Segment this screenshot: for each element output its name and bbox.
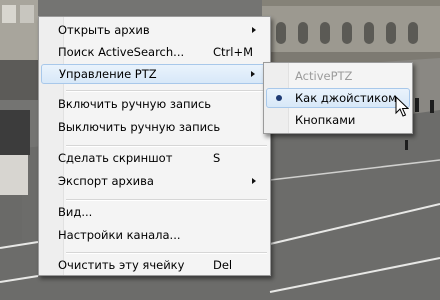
menu-item-screenshot[interactable]: Сделать скриншот S — [41, 148, 268, 168]
submenu-item-label: Как джойстиком — [295, 91, 397, 105]
menu-item-label: Открыть архив — [58, 23, 150, 37]
menu-item-label: Поиск ActiveSearch... — [58, 45, 185, 59]
submenu-item-label: ActivePTZ — [295, 69, 353, 83]
menu-item-label: Включить ручную запись — [58, 97, 212, 111]
menu-item-shortcut: Ctrl+M — [213, 45, 254, 59]
menu-item-start-recording[interactable]: Включить ручную запись — [41, 94, 268, 114]
chevron-right-icon — [252, 27, 256, 33]
chevron-right-icon — [252, 178, 256, 184]
mouse-pointer-icon — [395, 95, 410, 121]
radio-dot-icon — [276, 95, 282, 101]
menu-separator — [66, 90, 267, 92]
submenu-item-joystick[interactable]: Как джойстиком — [266, 88, 410, 108]
menu-item-view[interactable]: Вид... — [41, 202, 268, 222]
menu-item-label: Очистить эту ячейку — [58, 258, 185, 272]
submenu-item-label: Кнопками — [295, 113, 356, 127]
menu-separator — [66, 199, 267, 201]
menu-item-open-archive[interactable]: Открыть архив — [41, 20, 268, 40]
menu-item-label: Экспорт архива — [58, 174, 154, 188]
menu-separator — [66, 252, 267, 254]
menu-item-ptz-control[interactable]: Управление PTZ — [41, 64, 268, 84]
menu-item-activesearch[interactable]: Поиск ActiveSearch... Ctrl+M — [41, 42, 268, 62]
menu-item-clear-cell[interactable]: Очистить эту ячейку Del — [41, 255, 268, 275]
menu-item-channel-settings[interactable]: Настройки канала... — [41, 225, 268, 245]
menu-item-label: Управление PTZ — [59, 67, 157, 81]
menu-item-label: Сделать скриншот — [58, 151, 173, 165]
chevron-right-icon — [251, 71, 255, 77]
context-menu: Открыть архив Поиск ActiveSearch... Ctrl… — [38, 16, 271, 276]
submenu-item-buttons[interactable]: Кнопками — [266, 110, 410, 130]
menu-item-export-archive[interactable]: Экспорт архива — [41, 171, 268, 191]
menu-item-label: Вид... — [58, 205, 93, 219]
menu-item-stop-recording[interactable]: Выключить ручную запись — [41, 117, 268, 137]
ptz-submenu: ActivePTZ Как джойстиком Кнопками — [263, 62, 413, 134]
menu-item-shortcut: Del — [213, 258, 233, 272]
menu-item-label: Выключить ручную запись — [58, 120, 221, 134]
menu-item-label: Настройки канала... — [58, 228, 181, 242]
submenu-item-activeptz: ActivePTZ — [266, 66, 410, 86]
menu-item-shortcut: S — [213, 151, 221, 165]
menu-separator — [66, 145, 267, 147]
